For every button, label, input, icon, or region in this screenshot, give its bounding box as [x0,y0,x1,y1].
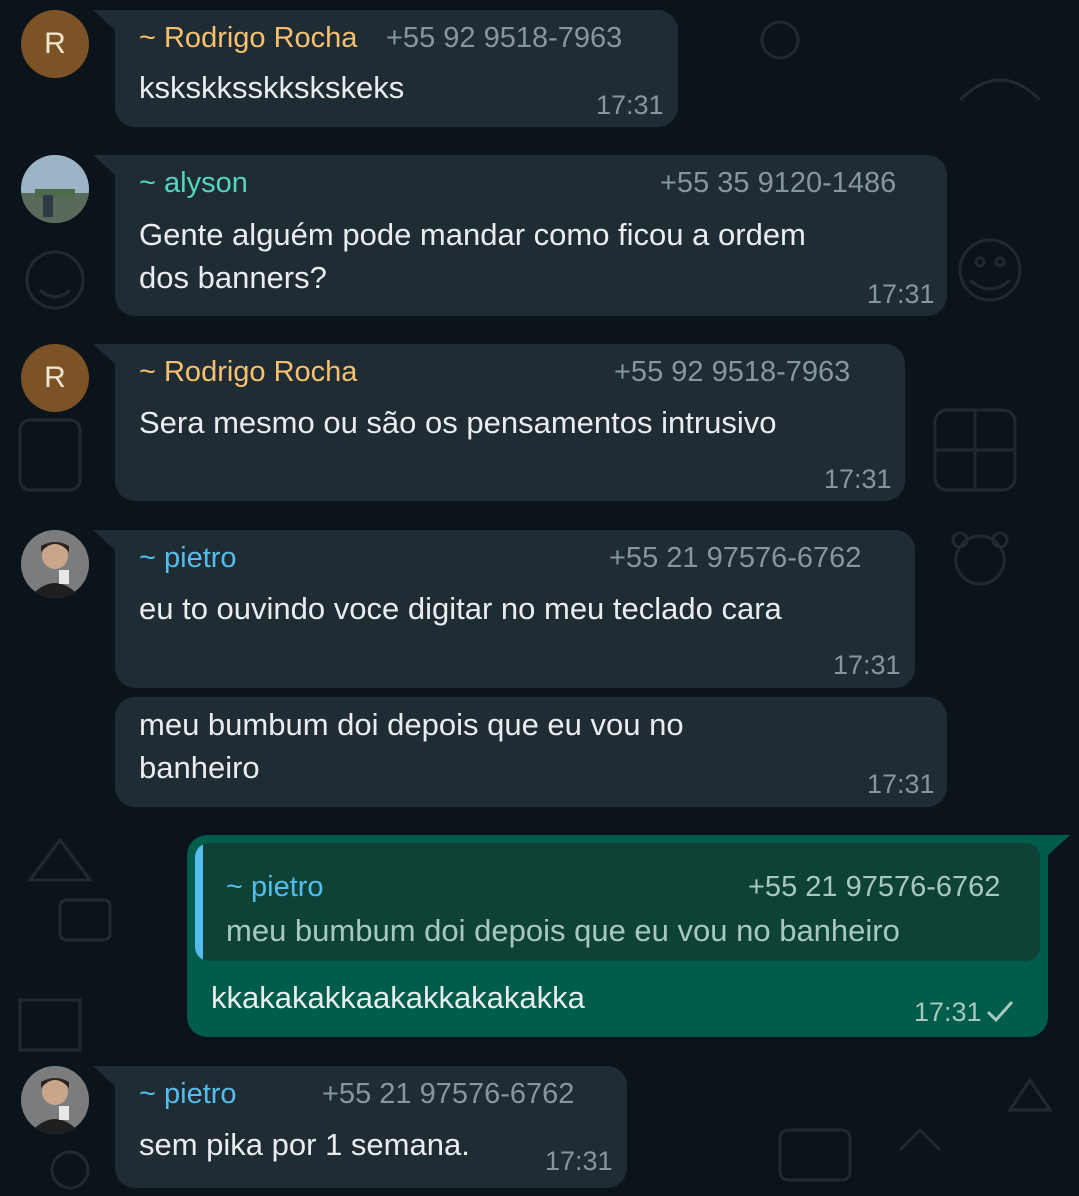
message-time: 17:31 [596,90,664,120]
profile-photo-icon [21,155,89,223]
outgoing-message-bubble[interactable]: ~ pietro +55 21 97576-6762 meu bumbum do… [187,835,1070,1037]
quoted-sender-phone: +55 21 97576-6762 [748,871,1001,903]
avatar-rodrigo[interactable]: R [21,10,89,78]
message-time: 17:31 [833,650,901,680]
sent-check-icon [986,1001,1014,1023]
message-text: Sera mesmo ou são os pensamentos intrusi… [139,405,777,440]
message-text: eu to ouvindo voce digitar no meu teclad… [139,591,782,626]
quote-accent-bar [195,843,203,961]
message-bubble[interactable]: ~ pietro +55 21 97576-6762 eu to ouvindo… [93,530,915,688]
message-text: meu bumbum doi depois que eu vou no banh… [139,707,684,785]
message-time: 17:31 [914,997,982,1027]
sender-name[interactable]: ~ pietro [139,542,237,575]
message-text: kskskksskkskskeks [139,70,405,105]
sender-name[interactable]: ~ Rodrigo Rocha [139,356,357,389]
avatar-rodrigo[interactable]: R [21,344,89,412]
sender-phone: +55 92 9518-7963 [614,356,851,388]
sender-name[interactable]: ~ Rodrigo Rocha [139,22,357,55]
profile-photo-icon [21,530,89,598]
quoted-sender-name: ~ pietro [226,871,324,903]
message-time: 17:31 [867,279,935,309]
quoted-text: meu bumbum doi depois que eu vou no banh… [226,913,900,948]
message-time: 17:31 [867,769,935,799]
avatar-pietro[interactable] [21,1066,89,1134]
message-time: 17:31 [824,464,892,494]
sender-name[interactable]: ~ alyson [139,167,248,200]
sender-phone: +55 21 97576-6762 [609,542,862,574]
profile-photo-icon [21,1066,89,1134]
message-bubble[interactable]: ~ alyson +55 35 9120-1486 Gente alguém p… [93,155,947,316]
avatar-pietro[interactable] [21,530,89,598]
avatar-alyson[interactable] [21,155,89,223]
message-text: sem pika por 1 semana. [139,1127,470,1162]
avatar-initial: R [44,361,66,394]
sender-phone: +55 21 97576-6762 [322,1078,575,1110]
sender-phone: +55 92 9518-7963 [386,22,623,54]
message-text: Gente alguém pode mandar como ficou a or… [139,217,806,295]
sender-phone: +55 35 9120-1486 [660,167,897,199]
message-bubble[interactable]: ~ Rodrigo Rocha +55 92 9518-7963 Sera me… [93,344,905,501]
message-bubble[interactable]: ~ pietro +55 21 97576-6762 sem pika por … [93,1066,627,1188]
message-bubble[interactable]: meu bumbum doi depois que eu vou no banh… [115,697,947,807]
message-text: kkakakakkaakakkakakakka [211,980,585,1015]
message-time: 17:31 [545,1146,613,1176]
sender-name[interactable]: ~ pietro [139,1078,237,1111]
avatar-initial: R [44,27,66,60]
quoted-message[interactable]: ~ pietro +55 21 97576-6762 meu bumbum do… [195,843,1040,961]
message-bubble[interactable]: ~ Rodrigo Rocha +55 92 9518-7963 kskskks… [93,10,678,127]
